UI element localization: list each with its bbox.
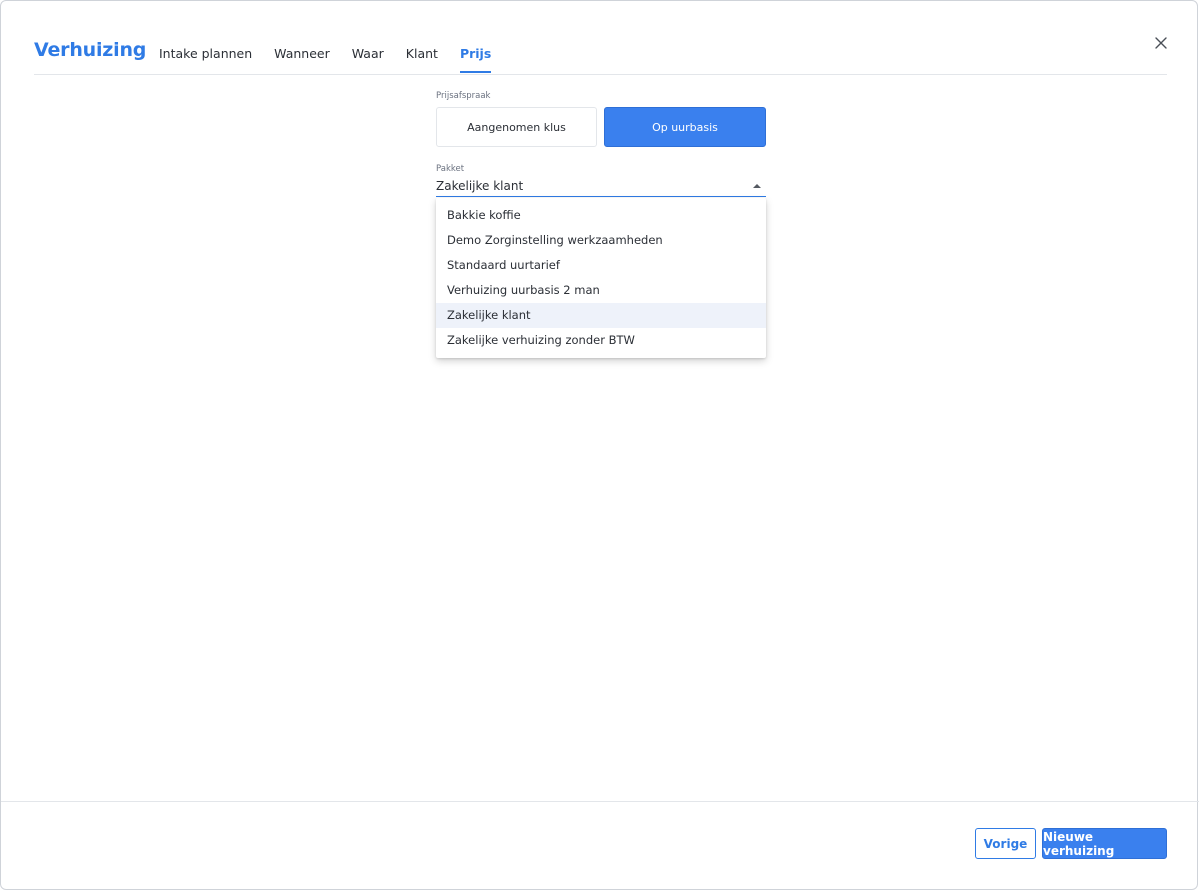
move-dialog: Verhuizing Intake plannen Wanneer Waar K… bbox=[0, 0, 1199, 890]
price-agreement-label: Prijsafspraak bbox=[436, 91, 491, 101]
package-option-zakelijke-klant[interactable]: Zakelijke klant bbox=[436, 303, 766, 328]
dialog-title: Verhuizing bbox=[34, 39, 147, 61]
hourly-button[interactable]: Op uurbasis bbox=[604, 107, 766, 147]
tab-bar: Intake plannen Wanneer Waar Klant Prijs bbox=[159, 46, 513, 73]
tab-klant[interactable]: Klant bbox=[406, 46, 438, 73]
package-option-zakelijke-verhuizing[interactable]: Zakelijke verhuizing zonder BTW bbox=[436, 328, 766, 353]
package-label: Pakket bbox=[436, 164, 465, 174]
fixed-price-button[interactable]: Aangenomen klus bbox=[436, 107, 597, 147]
tab-prijs[interactable]: Prijs bbox=[459, 46, 492, 73]
package-select[interactable]: Zakelijke klant bbox=[436, 177, 766, 197]
package-option-standaard-uurtarief[interactable]: Standaard uurtarief bbox=[436, 253, 766, 278]
package-option-demo-zorginstelling[interactable]: Demo Zorginstelling werkzaamheden bbox=[436, 228, 766, 253]
footer-divider bbox=[1, 801, 1199, 802]
caret-up-icon bbox=[753, 184, 761, 188]
close-icon[interactable] bbox=[1153, 35, 1169, 51]
tab-waar[interactable]: Waar bbox=[352, 46, 384, 73]
dialog-header: Verhuizing Intake plannen Wanneer Waar K… bbox=[34, 1, 1167, 75]
tab-wanneer[interactable]: Wanneer bbox=[274, 46, 330, 73]
package-option-verhuizing-uurbasis[interactable]: Verhuizing uurbasis 2 man bbox=[436, 278, 766, 303]
previous-button[interactable]: Vorige bbox=[975, 828, 1036, 859]
new-move-button[interactable]: Nieuwe verhuizing bbox=[1042, 828, 1167, 859]
package-dropdown-menu: Bakkie koffie Demo Zorginstelling werkza… bbox=[436, 198, 766, 358]
package-option-bakkie-koffie[interactable]: Bakkie koffie bbox=[436, 203, 766, 228]
tab-intake-plannen[interactable]: Intake plannen bbox=[159, 46, 252, 73]
package-select-value: Zakelijke klant bbox=[436, 179, 524, 193]
